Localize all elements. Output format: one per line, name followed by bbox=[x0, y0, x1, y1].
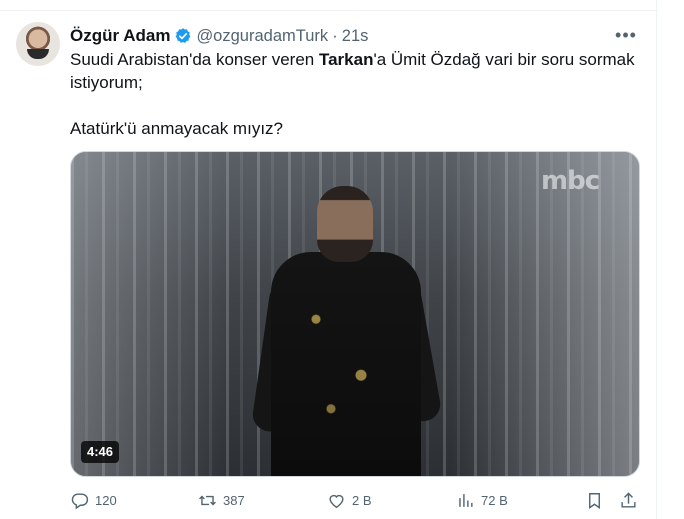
tweet-text-line: Atatürk'ü anmayacak mıyız? bbox=[70, 119, 283, 138]
bookmark-icon bbox=[589, 492, 600, 509]
author-name[interactable]: Özgür Adam bbox=[70, 26, 170, 46]
tweet-text-segment: 'a Ümit Özdağ vari bir soru sormak bbox=[373, 50, 635, 69]
tweet-text-segment: Suudi Arabistan'da konser veren bbox=[70, 50, 319, 69]
tweet-timestamp[interactable]: 21s bbox=[342, 27, 369, 46]
video-player[interactable]: mbc 4:46 bbox=[70, 151, 640, 477]
retweet-icon bbox=[199, 495, 216, 505]
tweet-actions-bar: 120 387 2 B 72 B bbox=[0, 488, 656, 512]
like-button[interactable]: 2 B bbox=[327, 488, 372, 512]
stage-light bbox=[71, 152, 231, 476]
bookmark-button[interactable] bbox=[585, 488, 604, 512]
reply-icon bbox=[71, 492, 89, 509]
views-button[interactable]: 72 B bbox=[456, 488, 508, 512]
author-handle[interactable]: @ozguradamTurk bbox=[196, 27, 328, 46]
tweet-header: Özgür Adam @ozguradamTurk · 21s bbox=[70, 25, 368, 47]
more-options-icon: ••• bbox=[615, 24, 637, 45]
timeline-column-border bbox=[656, 0, 657, 519]
previous-tweet-divider bbox=[0, 0, 658, 11]
analytics-icon bbox=[459, 493, 473, 507]
tweet-text: Suudi Arabistan'da konser veren Tarkan'a… bbox=[70, 48, 650, 140]
author-avatar[interactable] bbox=[16, 22, 60, 66]
share-icon bbox=[621, 491, 636, 508]
share-button[interactable] bbox=[619, 488, 638, 512]
tweet-text-line: Suudi Arabistan'da konser veren Tarkan'a… bbox=[70, 48, 650, 71]
reply-button[interactable]: 120 bbox=[70, 488, 117, 512]
views-count: 72 B bbox=[481, 492, 508, 508]
heart-icon bbox=[329, 494, 344, 508]
performer-figure bbox=[271, 252, 421, 476]
tweet-text-bold: Tarkan bbox=[318, 50, 374, 69]
like-count: 2 B bbox=[352, 492, 372, 508]
header-separator: · bbox=[332, 26, 338, 45]
tweet-text-line: istiyorum; bbox=[70, 73, 143, 92]
retweet-count: 387 bbox=[223, 492, 245, 508]
retweet-button[interactable]: 387 bbox=[198, 488, 245, 512]
performer-figure bbox=[317, 186, 373, 262]
channel-logo: mbc bbox=[541, 166, 600, 196]
stage-light bbox=[451, 152, 639, 476]
more-options-button[interactable]: ••• bbox=[612, 23, 640, 47]
reply-count: 120 bbox=[95, 492, 117, 508]
verified-badge-icon bbox=[176, 28, 191, 43]
video-duration-badge: 4:46 bbox=[81, 441, 120, 463]
